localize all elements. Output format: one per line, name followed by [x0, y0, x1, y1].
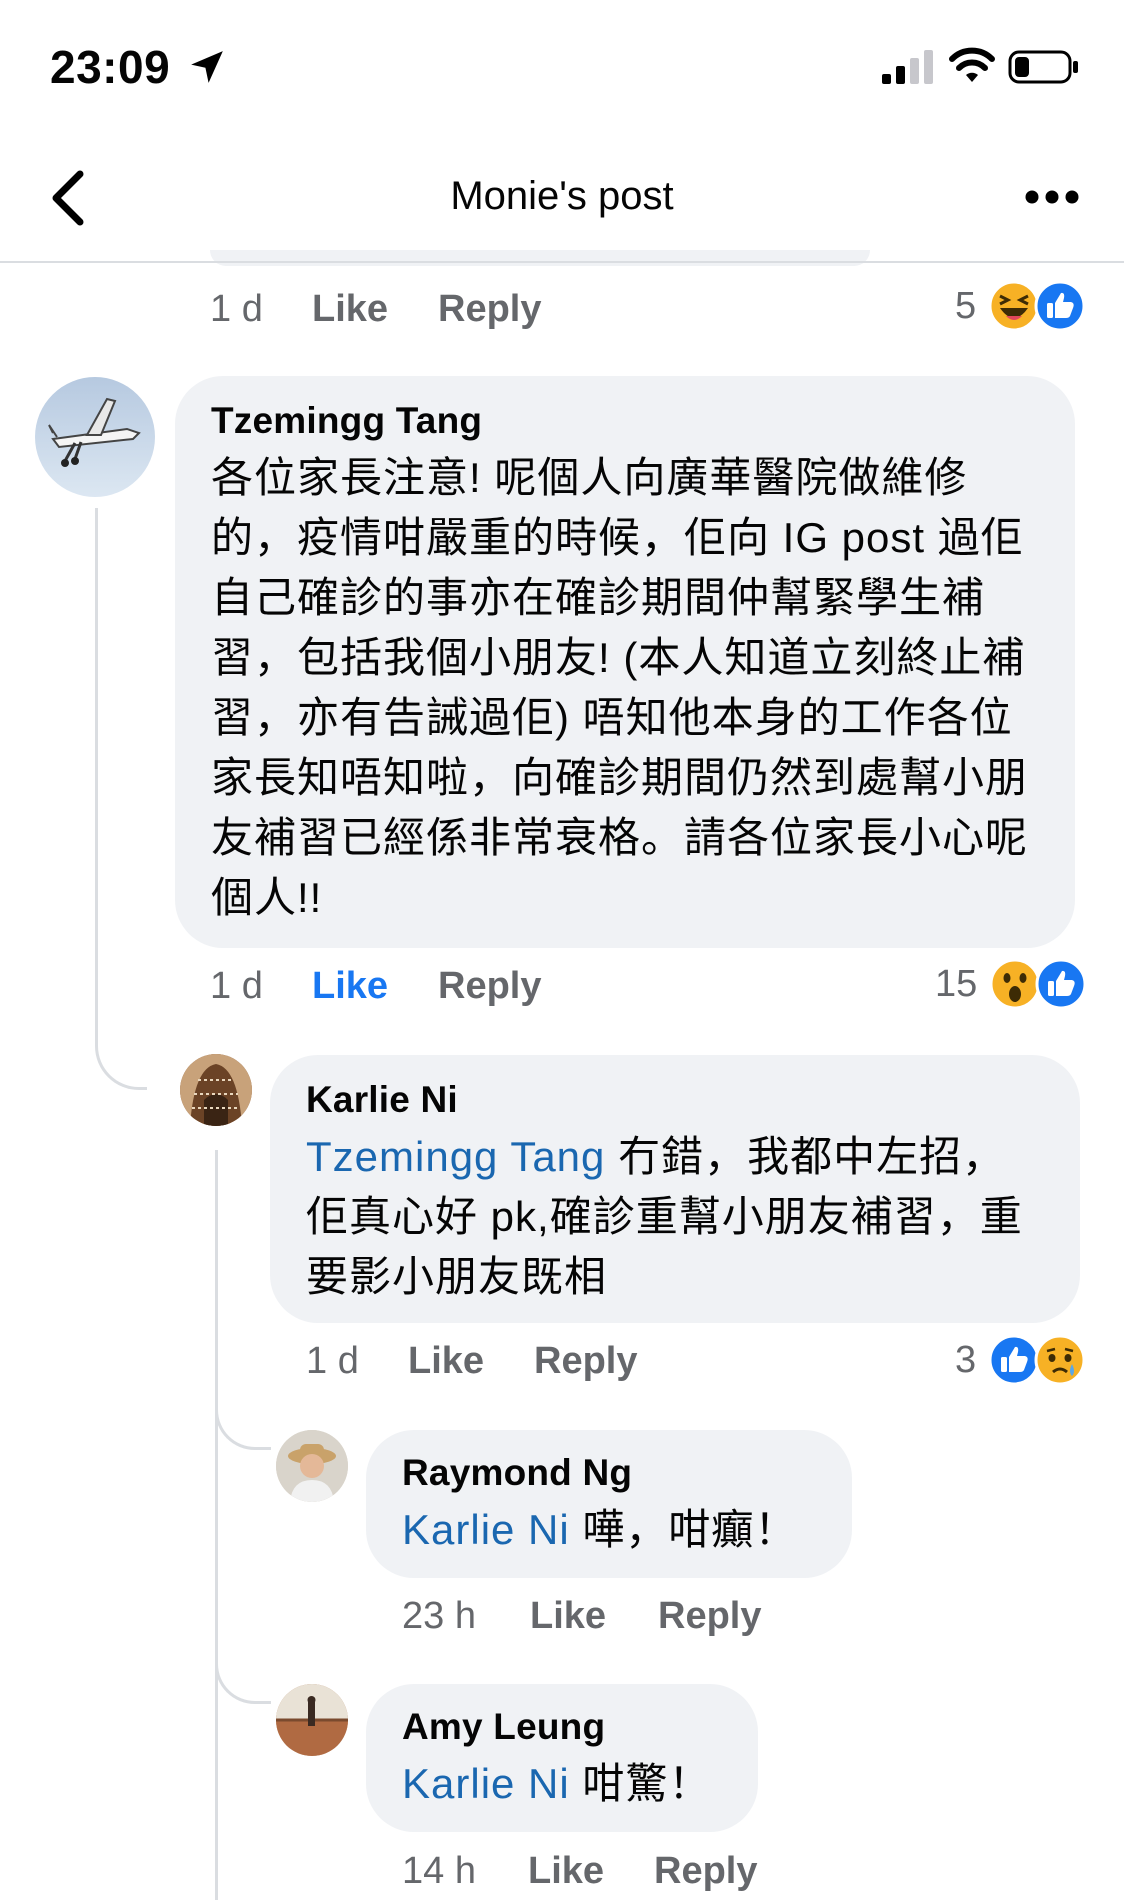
thread-connector [95, 1000, 147, 1090]
reply-button[interactable]: Reply [534, 1340, 637, 1383]
reply-button[interactable]: Reply [438, 288, 541, 331]
like-button[interactable]: Like [312, 288, 388, 331]
reaction-summary[interactable]: 15 [935, 958, 1087, 1010]
comment-bubble: Amy Leung Karlie Ni 咁驚！ [366, 1684, 758, 1832]
comment-author[interactable]: Raymond Ng [402, 1452, 816, 1494]
comment-time: 23 h [402, 1595, 476, 1637]
comment-body: 咁驚！ [569, 1760, 712, 1807]
avatar[interactable] [276, 1430, 348, 1502]
reply-button[interactable]: Reply [438, 965, 541, 1008]
header-divider [0, 261, 1124, 263]
avatar-image [276, 1684, 348, 1756]
page-title: Monie's post [450, 174, 674, 218]
comment-text: 各位家長注意! 呢個人向廣華醫院做維修的，疫情咁嚴重的時候，佢向 IG post… [211, 454, 1029, 921]
comment-text: Tzemingg Tang 冇錯，我都中左招，佢真心好 pk,確診重幫小朋友補習… [306, 1127, 1048, 1307]
reaction-summary[interactable]: 5 [955, 280, 1086, 332]
comment-body: 嘩，咁癲！ [569, 1506, 798, 1553]
reaction-summary[interactable]: 3 [955, 1334, 1086, 1386]
reply-button[interactable]: Reply [658, 1595, 761, 1638]
mention-link[interactable]: Karlie Ni [402, 1506, 570, 1553]
reply-thread-connector [215, 1380, 271, 1450]
reply-thread-connector [215, 1634, 271, 1704]
comment-bubble: Karlie Ni Tzemingg Tang 冇錯，我都中左招，佢真心好 pk… [270, 1055, 1080, 1323]
comment-text: Karlie Ni 嘩，咁癲！ [402, 1500, 816, 1560]
avatar-image [180, 1054, 252, 1126]
avatar[interactable] [35, 377, 155, 497]
like-button[interactable]: Like [312, 965, 388, 1008]
status-time: 23:09 [50, 41, 171, 93]
sad-reaction-icon [1034, 1334, 1086, 1386]
comment-time: 1 d [306, 1340, 359, 1382]
reaction-count: 3 [955, 1338, 977, 1381]
mention-link[interactable]: Karlie Ni [402, 1760, 570, 1807]
thread-line [95, 508, 98, 1038]
reaction-count: 5 [955, 284, 977, 327]
avatar[interactable] [180, 1054, 252, 1126]
reply-button[interactable]: Reply [654, 1850, 757, 1893]
more-options-icon[interactable] [1024, 186, 1080, 208]
like-reaction-icon [988, 1334, 1040, 1386]
previous-comment-bubble [210, 250, 870, 266]
like-button[interactable]: Like [530, 1595, 606, 1638]
location-arrow-icon [191, 51, 223, 83]
reply-thread-line [215, 1150, 218, 1900]
comment-author[interactable]: Tzemingg Tang [211, 400, 1043, 442]
haha-reaction-icon [988, 280, 1040, 332]
comment-bubble: Tzemingg Tang 各位家長注意! 呢個人向廣華醫院做維修的，疫情咁嚴重… [175, 376, 1075, 948]
comment-time: 1 d [210, 965, 263, 1007]
like-button[interactable]: Like [528, 1850, 604, 1893]
cellular-signal-icon [882, 50, 933, 84]
comment-bubble: Raymond Ng Karlie Ni 嘩，咁癲！ [366, 1430, 852, 1578]
avatar-image [276, 1430, 348, 1502]
comment-time: 1 d [210, 288, 263, 330]
battery-icon [1008, 50, 1078, 84]
wifi-icon [949, 47, 995, 82]
like-reaction-icon [1034, 280, 1086, 332]
comment-author[interactable]: Amy Leung [402, 1706, 722, 1748]
comment-text: Karlie Ni 咁驚！ [402, 1754, 722, 1814]
avatar[interactable] [276, 1684, 348, 1756]
wow-reaction-icon [989, 958, 1041, 1010]
like-reaction-icon [1035, 958, 1087, 1010]
reaction-count: 15 [935, 962, 978, 1005]
mention-link[interactable]: Tzemingg Tang [306, 1133, 605, 1180]
like-button[interactable]: Like [408, 1340, 484, 1383]
comment-author[interactable]: Karlie Ni [306, 1079, 1048, 1121]
airplane-icon [48, 397, 141, 467]
comment-time: 14 h [402, 1850, 476, 1892]
